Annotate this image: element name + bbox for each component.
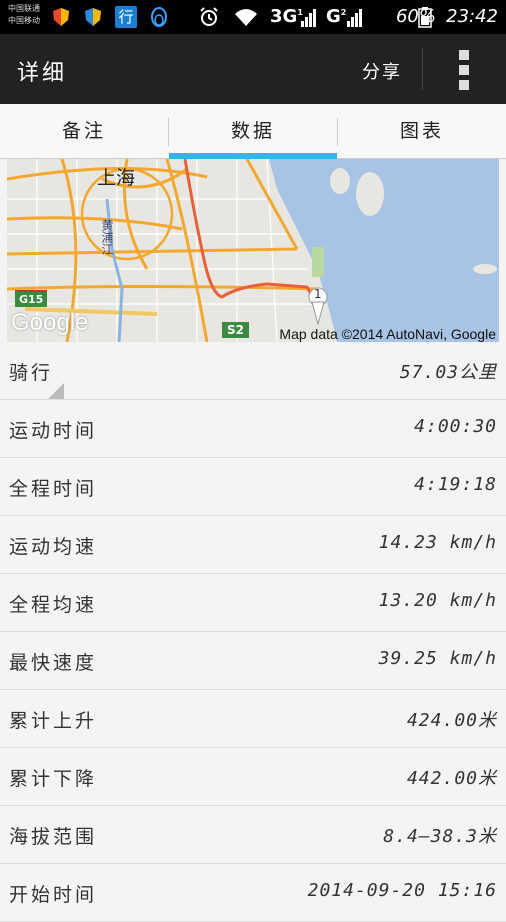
s2-road-shield: S2 [222,322,249,338]
stat-row-moving-avg-speed: 运动均速 14.23 km/h [0,516,506,574]
travel-app-icon: 行 [115,6,137,28]
stat-label: 海拔范围 [9,826,98,848]
carrier-info: 中国联通 中国移动 [8,3,40,27]
stat-value: 2014-09-20 15:16 [307,880,497,901]
stat-row-moving-time: 运动时间 4:00:30 [0,400,506,458]
tab-data[interactable]: 数据 [169,104,337,159]
stat-row-total-descent: 累计下降 442.00米 [0,748,506,806]
appbar-divider [422,48,423,90]
map-attribution: Map data ©2014 AutoNavi, Google [279,326,496,342]
map-river-label: 黄浦江 [100,219,114,255]
stat-label: 累计上升 [9,710,98,732]
stat-row-total-ascent: 累计上升 424.00米 [0,690,506,748]
stat-row-overall-avg-speed: 全程均速 13.20 km/h [0,574,506,632]
google-logo: Google [11,309,89,336]
stat-label: 全程时间 [9,478,98,500]
stat-value: 442.00米 [406,768,497,789]
stat-label: 最快速度 [9,652,98,674]
stat-row-max-speed: 最快速度 39.25 km/h [0,632,506,690]
signal-bars-1-icon [301,9,316,27]
stat-value: 57.03公里 [399,362,497,383]
status-bar: 中国联通 中国移动 行 3G1 G2 60% 23:42 [0,0,506,34]
signal-bars-2-icon [347,9,362,27]
stat-label: 运动均速 [9,536,98,558]
route-map[interactable]: 上海 黄浦江 G15 S2 1 Google Map data ©2014 Au… [7,159,499,342]
overflow-menu-icon[interactable] [456,50,472,90]
stat-row-total-time: 全程时间 4:19:18 [0,458,506,516]
clock: 23:42 [446,6,498,27]
stat-label: 运动时间 [9,420,98,442]
stat-value: 13.20 km/h [378,590,497,611]
carrier-line-2: 中国移动 [8,16,40,25]
tab-bar: 备注 数据 图表 [0,104,506,159]
tab-charts[interactable]: 图表 [338,104,506,158]
stat-label: 骑行 [9,362,54,384]
network-type-1: 3G1 [270,6,303,27]
stat-label: 全程均速 [9,594,98,616]
qq-penguin-icon [151,7,167,27]
alarm-icon [200,7,218,26]
stat-row-elevation-range: 海拔范围 8.4—38.3米 [0,806,506,864]
stats-list: 骑行 57.03公里 运动时间 4:00:30 全程时间 4:19:18 运动均… [0,342,506,922]
stat-value: 4:19:18 [414,474,497,495]
stat-value: 424.00米 [406,710,497,731]
stat-value: 14.23 km/h [378,532,497,553]
page-title: 详细 [17,61,68,86]
tab-notes[interactable]: 备注 [0,104,168,158]
map-city-label: 上海 [97,167,136,189]
battery-icon [418,7,432,28]
share-button[interactable]: 分享 [362,58,402,84]
g15-road-shield: G15 [15,290,48,307]
stat-value: 8.4—38.3米 [383,826,497,847]
expand-corner-icon[interactable] [48,383,64,399]
app-bar: 详细 分享 [0,34,506,104]
wifi-icon [235,9,257,26]
stat-value: 39.25 km/h [378,648,497,669]
security-shield-icon [85,8,101,26]
network-type-2: G2 [326,6,347,27]
stat-row-start-time: 开始时间 2014-09-20 15:16 [0,864,506,922]
route-start-marker[interactable]: 1 [314,287,322,301]
stat-value: 4:00:30 [414,416,497,437]
stat-row-distance: 骑行 57.03公里 [0,342,506,400]
carrier-line-1: 中国联通 [8,4,40,13]
shield-app-icon [53,8,69,26]
stat-label: 开始时间 [9,884,98,906]
stat-label: 累计下降 [9,768,98,790]
